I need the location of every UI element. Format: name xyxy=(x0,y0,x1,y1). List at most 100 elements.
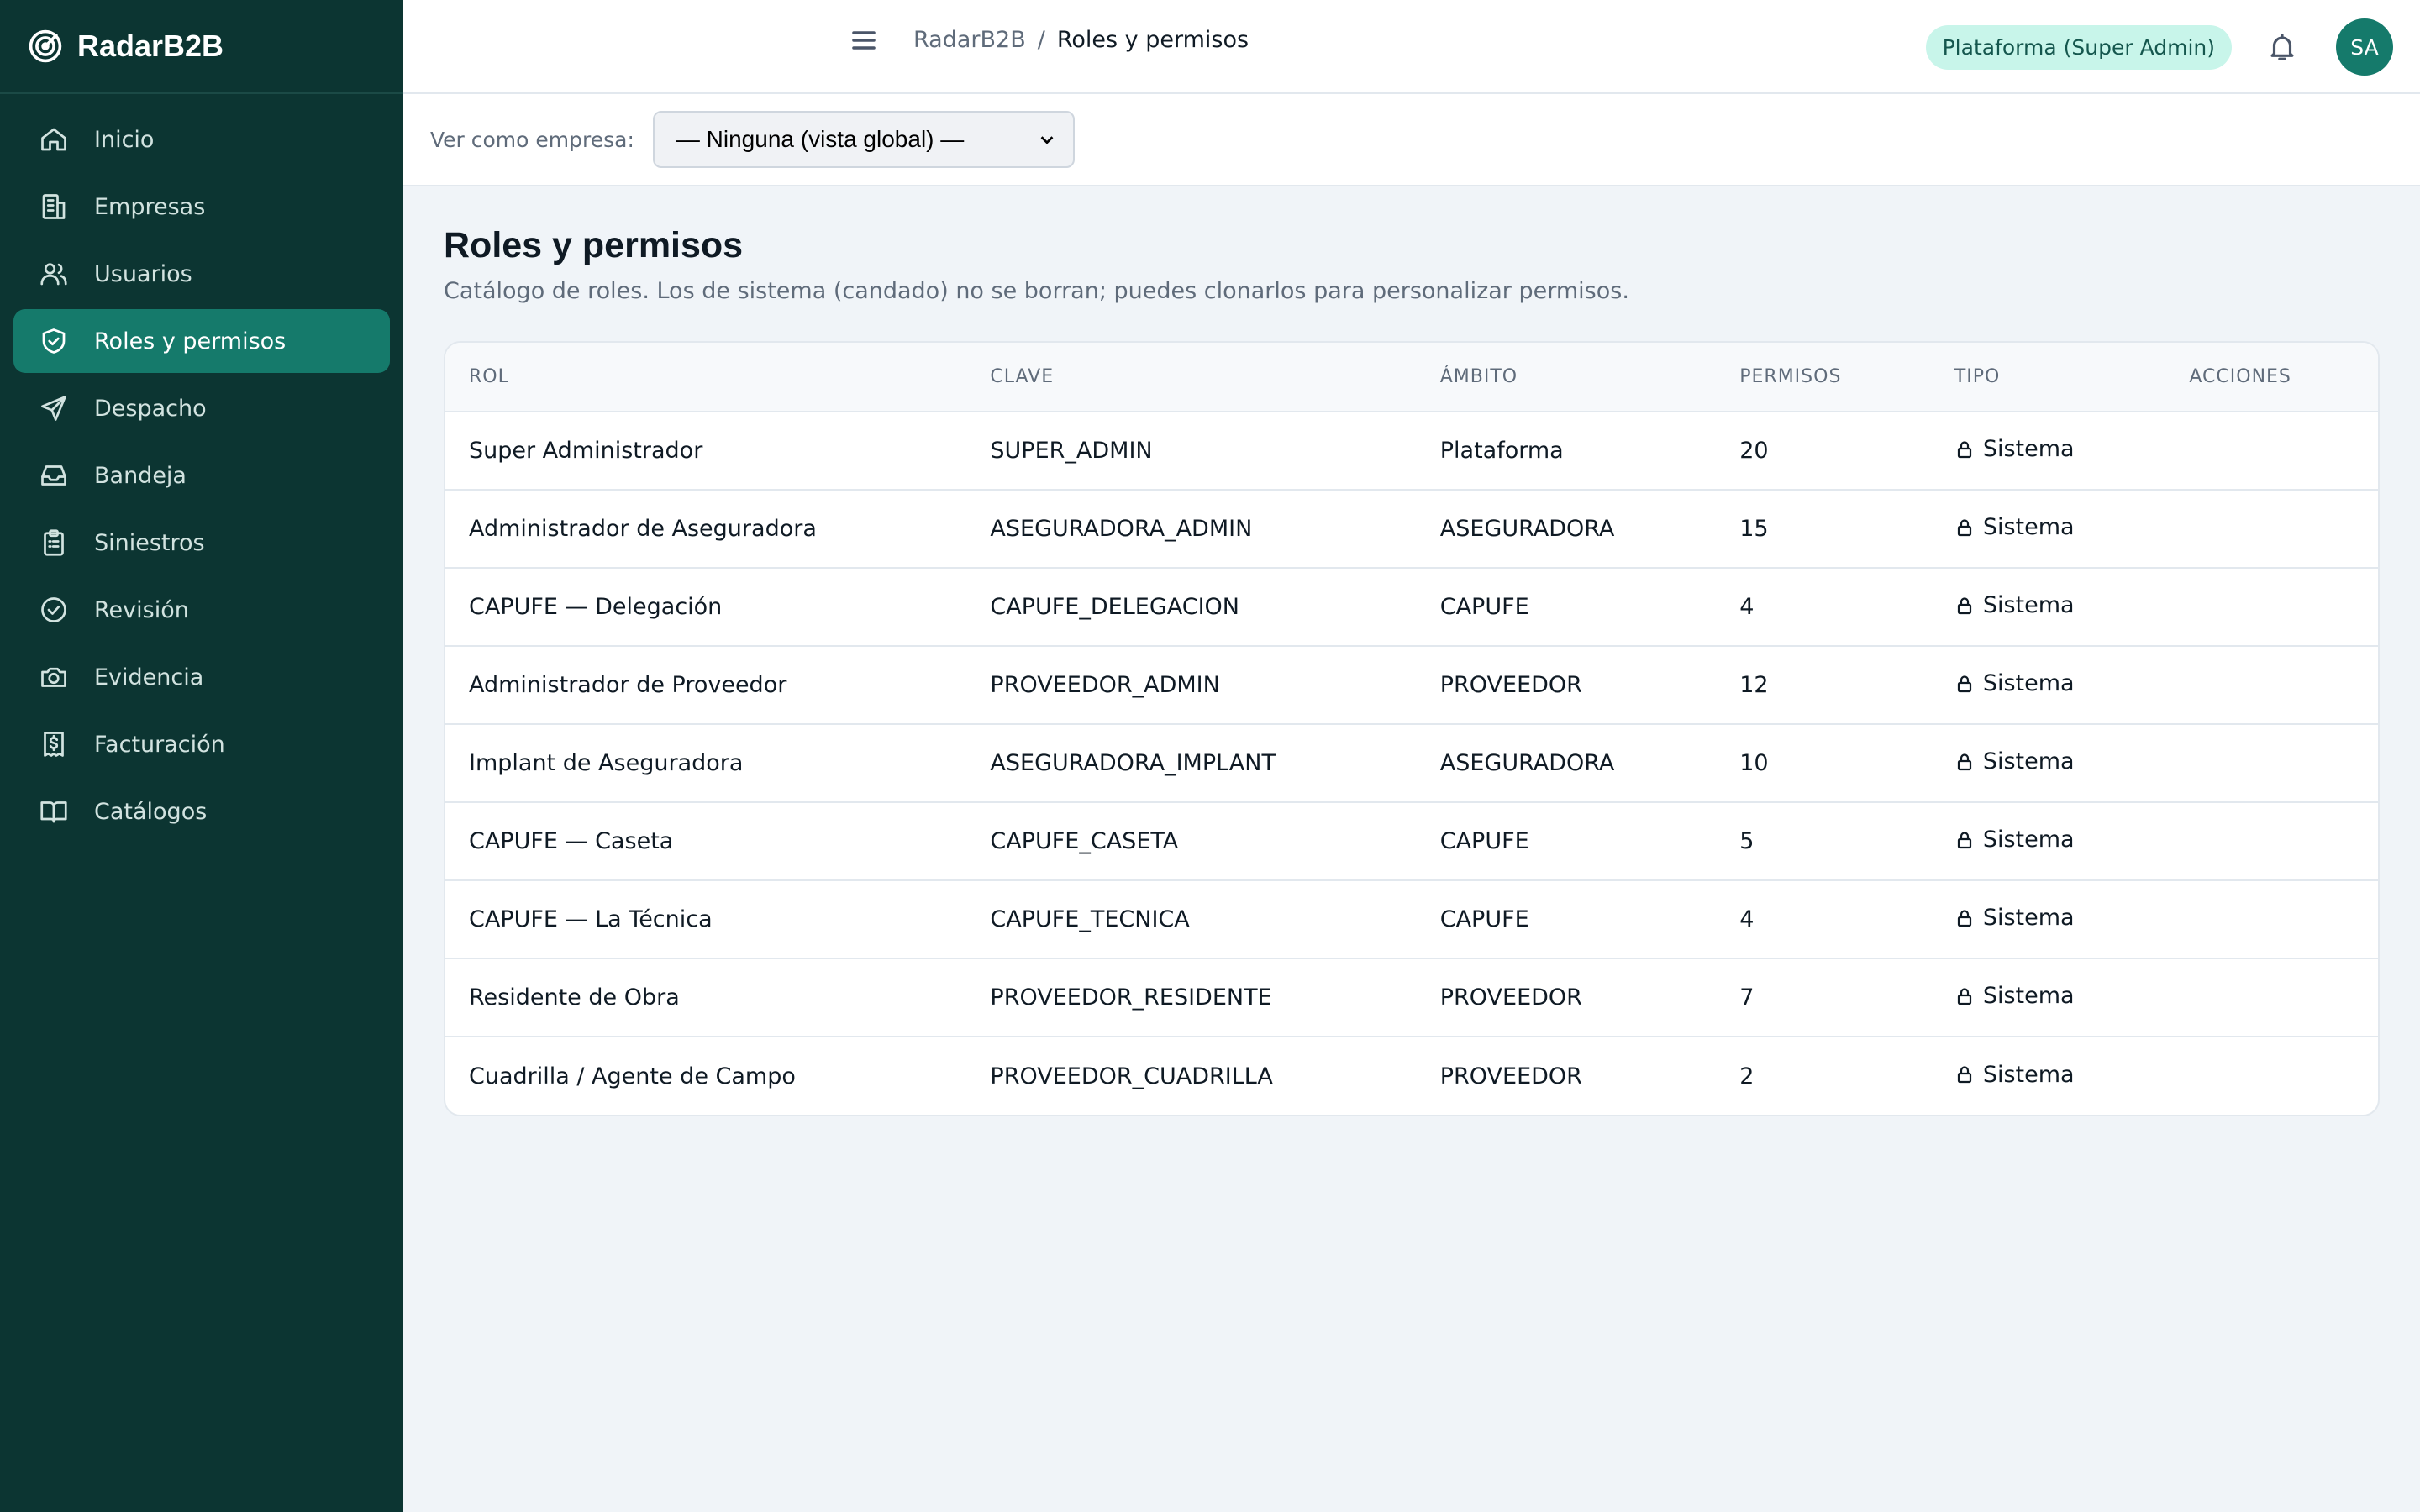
cell-tipo: Sistema xyxy=(1930,412,2166,491)
cell-permisos: 12 xyxy=(1716,646,1931,725)
cell-ambito: ASEGURADORA xyxy=(1416,490,1717,569)
cell-ambito: CAPUFE xyxy=(1416,568,1717,647)
sidebar-item-label: Siniestros xyxy=(94,529,205,556)
type-label: Sistema xyxy=(1982,670,2075,697)
lock-icon xyxy=(1957,519,1971,536)
users-icon xyxy=(37,257,71,291)
table-row[interactable]: Super Administrador SUPER_ADMIN Platafor… xyxy=(445,412,2378,491)
cell-tipo: Sistema xyxy=(1930,724,2166,803)
type-label: Sistema xyxy=(1982,748,2075,775)
sidebar-item-label: Inicio xyxy=(94,126,155,153)
company-select-value: — Ninguna (vista global) — xyxy=(676,126,965,152)
sidebar-item-evidencia[interactable]: Evidencia xyxy=(13,645,390,709)
brand[interactable]: RadarB2B xyxy=(0,0,403,94)
table-row[interactable]: Residente de Obra PROVEEDOR_RESIDENTE PR… xyxy=(445,958,2378,1037)
cell-acciones xyxy=(2165,1037,2378,1115)
book-open-icon xyxy=(37,795,71,828)
cell-clave: PROVEEDOR_ADMIN xyxy=(966,646,1417,725)
cell-ambito: CAPUFE xyxy=(1416,802,1717,881)
cell-permisos: 4 xyxy=(1716,568,1931,647)
sidebar: RadarB2B Inicio Empresas Usuarios Roles … xyxy=(0,0,403,1512)
type-label: Sistema xyxy=(1982,436,2075,463)
sidebar-item-roles-y-permisos[interactable]: Roles y permisos xyxy=(13,309,390,373)
cell-tipo: Sistema xyxy=(1930,802,2166,881)
table-row[interactable]: CAPUFE — Delegación CAPUFE_DELEGACION CA… xyxy=(445,568,2378,647)
sidebar-item-label: Catálogos xyxy=(94,798,208,825)
sidebar-item-empresas[interactable]: Empresas xyxy=(13,175,390,239)
chevron-down-icon xyxy=(1040,136,1054,144)
camera-icon xyxy=(37,660,71,694)
sidebar-item-label: Evidencia xyxy=(94,664,204,690)
check-circle-icon xyxy=(37,593,71,627)
cell-tipo: Sistema xyxy=(1930,568,2166,647)
company-select[interactable]: — Ninguna (vista global) — xyxy=(652,111,1075,168)
page-content: Roles y permisos Catálogo de roles. Los … xyxy=(403,186,2420,1116)
sidebar-item-revision[interactable]: Revisión xyxy=(13,578,390,642)
table-row[interactable]: Cuadrilla / Agente de Campo PROVEEDOR_CU… xyxy=(445,1037,2378,1115)
breadcrumb-separator: / xyxy=(1037,27,1045,53)
cell-rol: CAPUFE — Delegación xyxy=(445,568,967,647)
lock-icon xyxy=(1957,832,1971,848)
cell-acciones xyxy=(2165,490,2378,569)
type-label: Sistema xyxy=(1982,514,2075,541)
column-header-rol[interactable]: ROL xyxy=(445,343,967,412)
column-header-acciones: ACCIONES xyxy=(2165,343,2378,412)
sidebar-item-label: Roles y permisos xyxy=(94,328,287,354)
radar-logo-icon xyxy=(29,29,62,63)
cell-permisos: 20 xyxy=(1716,412,1931,491)
cell-clave: PROVEEDOR_CUADRILLA xyxy=(990,1063,1273,1089)
platform-role-badge: Plataforma (Super Admin) xyxy=(1925,24,2232,70)
column-header-tipo[interactable]: TIPO xyxy=(1930,343,2166,412)
lock-icon xyxy=(1957,753,1971,770)
cell-rol: Implant de Aseguradora xyxy=(445,724,967,803)
table-row[interactable]: CAPUFE — La Técnica CAPUFE_TECNICA CAPUF… xyxy=(445,880,2378,959)
column-header-ambito[interactable]: ÁMBITO xyxy=(1416,343,1717,412)
cell-rol: Cuadrilla / Agente de Campo xyxy=(469,1063,796,1089)
table-row[interactable]: CAPUFE — Caseta CAPUFE_CASETA CAPUFE 5 S… xyxy=(445,802,2378,881)
cell-tipo: Sistema xyxy=(1930,646,2166,725)
sidebar-item-catalogos[interactable]: Catálogos xyxy=(13,780,390,843)
lock-icon xyxy=(1957,441,1971,458)
lock-icon xyxy=(1957,910,1971,927)
breadcrumb-root-link[interactable]: RadarB2B xyxy=(913,27,1026,53)
sidebar-item-inicio[interactable]: Inicio xyxy=(13,108,390,171)
table-row[interactable]: Implant de Aseguradora ASEGURADORA_IMPLA… xyxy=(445,724,2378,803)
column-header-permisos[interactable]: PERMISOS xyxy=(1716,343,1931,412)
main-area: RadarB2B / Roles y permisos Plataforma (… xyxy=(403,0,2420,1512)
sidebar-item-label: Facturación xyxy=(94,731,225,758)
table-row[interactable]: Administrador de Proveedor PROVEEDOR_ADM… xyxy=(445,646,2378,725)
lock-icon xyxy=(1957,988,1971,1005)
send-icon xyxy=(37,391,71,425)
cell-rol: Administrador de Proveedor xyxy=(445,646,967,725)
notifications-button[interactable] xyxy=(2262,27,2302,67)
sidebar-item-label: Usuarios xyxy=(94,260,192,287)
lock-icon xyxy=(1957,597,1971,614)
sidebar-item-usuarios[interactable]: Usuarios xyxy=(13,242,390,306)
bell-icon xyxy=(2270,34,2294,60)
cell-acciones xyxy=(2165,646,2378,725)
user-avatar[interactable]: SA xyxy=(2336,18,2393,76)
building-icon xyxy=(37,190,71,223)
cell-acciones xyxy=(2165,958,2378,1037)
sidebar-item-siniestros[interactable]: Siniestros xyxy=(13,511,390,575)
receipt-icon xyxy=(37,727,71,761)
cell-clave: PROVEEDOR_RESIDENTE xyxy=(966,958,1417,1037)
clipboard-icon xyxy=(37,526,71,559)
cell-acciones xyxy=(2165,568,2378,647)
hamburger-menu-icon xyxy=(852,31,876,50)
sidebar-item-facturacion[interactable]: Facturación xyxy=(13,712,390,776)
cell-rol: CAPUFE — Caseta xyxy=(445,802,967,881)
type-label: Sistema xyxy=(1982,1061,2075,1088)
cell-permisos: 7 xyxy=(1716,958,1931,1037)
table-row[interactable]: Administrador de Aseguradora ASEGURADORA… xyxy=(445,490,2378,569)
type-label: Sistema xyxy=(1982,983,2075,1010)
cell-clave: CAPUFE_DELEGACION xyxy=(966,568,1417,647)
sidebar-item-bandeja[interactable]: Bandeja xyxy=(13,444,390,507)
cell-tipo: Sistema xyxy=(1930,880,2166,959)
type-label: Sistema xyxy=(1982,592,2075,619)
cell-rol: Residente de Obra xyxy=(445,958,967,1037)
menu-toggle-button[interactable] xyxy=(847,24,881,57)
column-header-clave[interactable]: CLAVE xyxy=(966,343,1417,412)
cell-tipo: Sistema xyxy=(1930,958,2166,1037)
sidebar-item-despacho[interactable]: Despacho xyxy=(13,376,390,440)
